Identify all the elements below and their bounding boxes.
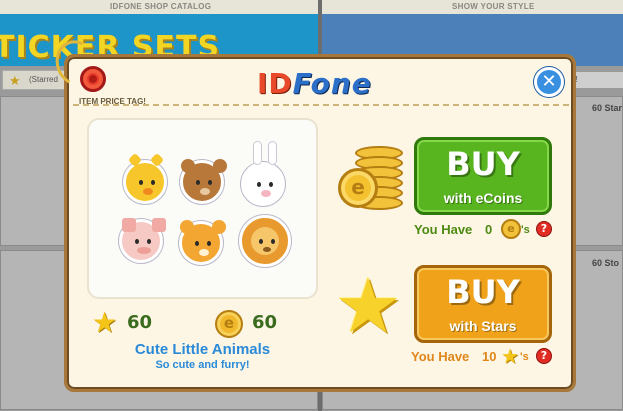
stars-count: 10 bbox=[482, 349, 497, 364]
ecoins-suffix: 's bbox=[521, 224, 530, 236]
slot-price-label: 60 Star bbox=[592, 103, 623, 113]
ecoins-count: 0 bbox=[485, 222, 493, 237]
stars-you-have-label: You Have bbox=[411, 349, 470, 364]
star-mini-icon: ★ bbox=[501, 344, 519, 368]
catalog-tab-label: IDFONE SHOP CATALOG bbox=[110, 2, 212, 11]
item-description: So cute and furry! bbox=[155, 359, 250, 371]
ecoin-price-icon: e bbox=[215, 310, 243, 338]
bear-sticker-icon bbox=[180, 159, 227, 204]
rabbit-sticker-icon bbox=[241, 141, 285, 206]
close-button[interactable]: ✕ bbox=[534, 67, 564, 97]
stars-suffix: 's bbox=[520, 351, 529, 363]
item-preview-card bbox=[87, 118, 318, 299]
ecoins-you-have-label: You Have bbox=[414, 222, 473, 237]
tiger-sticker-icon bbox=[179, 220, 226, 265]
ecoin-mini-icon: e bbox=[501, 219, 521, 239]
buy-stars-main-label: BUY bbox=[446, 273, 520, 311]
idfone-logo: IDFone bbox=[257, 67, 372, 100]
ecoin-price-value: 60 bbox=[252, 312, 278, 333]
ecoin-icon: e bbox=[338, 168, 378, 208]
style-tab-label: SHOW YOUR STYLE bbox=[452, 2, 535, 11]
star-price-value: 60 bbox=[127, 312, 153, 333]
lion-sticker-icon bbox=[239, 215, 291, 267]
logo-fone: Fone bbox=[292, 67, 372, 100]
starred-icon: ★ bbox=[9, 73, 21, 88]
starred-label: (Starred bbox=[29, 75, 58, 84]
buy-stars-sub-label: with Stars bbox=[449, 318, 517, 334]
slot-price-label: 60 Sto bbox=[592, 258, 620, 268]
buy-ecoins-sub-label: with eCoins bbox=[443, 190, 523, 206]
star-price-icon: ★ bbox=[92, 306, 118, 339]
dashed-divider bbox=[73, 104, 569, 106]
star-icon: ★ bbox=[334, 261, 403, 350]
item-name: Cute Little Animals bbox=[134, 341, 271, 358]
logo-id: ID bbox=[257, 67, 293, 100]
pig-sticker-icon bbox=[119, 218, 166, 263]
catalog-top-bar: IDFONE SHOP CATALOG bbox=[0, 0, 318, 14]
price-tag-icon bbox=[80, 66, 106, 92]
chick-sticker-icon bbox=[123, 152, 167, 204]
buy-ecoins-main-label: BUY bbox=[446, 145, 520, 183]
ecoins-help-button[interactable]: ? bbox=[536, 221, 552, 237]
style-top-bar: SHOW YOUR STYLE bbox=[322, 0, 623, 14]
buy-with-stars-button[interactable]: BUY with Stars bbox=[414, 265, 552, 343]
stars-help-button[interactable]: ? bbox=[536, 348, 552, 364]
buy-with-ecoins-button[interactable]: BUY with eCoins bbox=[414, 137, 552, 215]
